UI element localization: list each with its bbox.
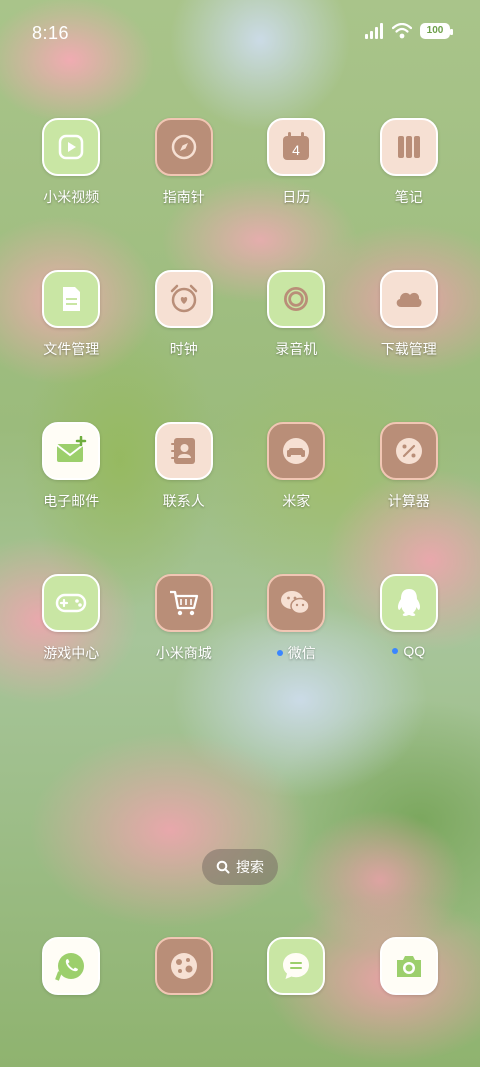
dock-phone[interactable] bbox=[15, 937, 128, 995]
calculator-icon bbox=[379, 422, 438, 480]
qq-penguin-icon bbox=[379, 574, 438, 632]
app-label: 指南针 bbox=[162, 189, 205, 205]
search-button[interactable]: 搜索 bbox=[202, 849, 278, 885]
sofa-home-icon bbox=[267, 422, 326, 480]
app-file-manager[interactable]: 文件管理 bbox=[15, 270, 128, 359]
wechat-icon bbox=[267, 574, 326, 632]
app-label: 电子邮件 bbox=[43, 493, 100, 509]
gamepad-icon bbox=[42, 574, 101, 632]
app-game-center[interactable]: 游戏中心 bbox=[15, 574, 128, 663]
battery-level: 100 bbox=[426, 25, 444, 36]
app-label: QQ bbox=[403, 643, 426, 659]
app-download-manager[interactable]: 下载管理 bbox=[353, 270, 466, 359]
status-bar: 8:16 100 bbox=[0, 0, 480, 66]
compass-icon bbox=[154, 118, 213, 176]
app-notes[interactable]: 笔记 bbox=[353, 118, 466, 207]
dock bbox=[15, 937, 465, 995]
app-wechat[interactable]: 微信 bbox=[240, 574, 353, 663]
app-clock[interactable]: 时钟 bbox=[128, 270, 241, 359]
notification-dot bbox=[276, 650, 283, 656]
app-label: 文件管理 bbox=[43, 341, 100, 357]
status-icons: 100 bbox=[364, 23, 453, 39]
app-label: 日历 bbox=[282, 189, 311, 205]
app-label: 计算器 bbox=[387, 493, 430, 509]
notification-dot bbox=[392, 648, 399, 654]
app-compass[interactable]: 指南针 bbox=[128, 118, 241, 207]
app-label: 笔记 bbox=[394, 189, 423, 205]
wifi-icon bbox=[392, 23, 412, 39]
app-calendar[interactable]: 4 日历 bbox=[240, 118, 353, 207]
video-play-icon bbox=[42, 118, 101, 176]
search-label: 搜索 bbox=[236, 859, 264, 875]
app-label: 米家 bbox=[282, 493, 311, 509]
messages-icon bbox=[267, 937, 326, 995]
app-qq[interactable]: QQ bbox=[353, 574, 466, 663]
recorder-icon bbox=[267, 270, 326, 328]
status-time: 8:16 bbox=[32, 23, 70, 43]
contacts-icon bbox=[154, 422, 213, 480]
calendar-icon: 4 bbox=[267, 118, 326, 176]
file-icon bbox=[42, 270, 101, 328]
search-icon bbox=[216, 860, 230, 874]
browser-icon bbox=[154, 937, 213, 995]
shopping-cart-icon bbox=[154, 574, 213, 632]
dock-messages[interactable] bbox=[240, 937, 353, 995]
app-email[interactable]: 电子邮件 bbox=[15, 422, 128, 511]
app-label: 联系人 bbox=[162, 493, 205, 509]
app-label: 微信 bbox=[287, 645, 316, 661]
app-recorder[interactable]: 录音机 bbox=[240, 270, 353, 359]
email-icon bbox=[42, 422, 101, 480]
app-label: 小米商城 bbox=[155, 645, 212, 661]
app-label: 时钟 bbox=[169, 341, 198, 357]
calendar-day-number: 4 bbox=[292, 142, 300, 158]
dock-browser[interactable] bbox=[128, 937, 241, 995]
app-mijia[interactable]: 米家 bbox=[240, 422, 353, 511]
app-label: 录音机 bbox=[275, 341, 318, 357]
alarm-clock-icon bbox=[154, 270, 213, 328]
app-label: 小米视频 bbox=[43, 189, 100, 205]
app-mi-store[interactable]: 小米商城 bbox=[128, 574, 241, 663]
app-label: 游戏中心 bbox=[43, 645, 100, 661]
dock-camera[interactable] bbox=[353, 937, 466, 995]
battery-icon: 100 bbox=[420, 23, 453, 39]
app-calculator[interactable]: 计算器 bbox=[353, 422, 466, 511]
app-grid: 小米视频 指南针 4 日历 笔记 文件管理 时钟 录音机 下载管理 电子邮件 联… bbox=[15, 118, 465, 663]
app-label: 下载管理 bbox=[380, 341, 437, 357]
notes-icon bbox=[379, 118, 438, 176]
cloud-download-icon bbox=[379, 270, 438, 328]
signal-icon bbox=[365, 23, 383, 39]
camera-icon bbox=[379, 937, 438, 995]
app-contacts[interactable]: 联系人 bbox=[128, 422, 241, 511]
phone-icon bbox=[42, 937, 101, 995]
app-mi-video[interactable]: 小米视频 bbox=[15, 118, 128, 207]
